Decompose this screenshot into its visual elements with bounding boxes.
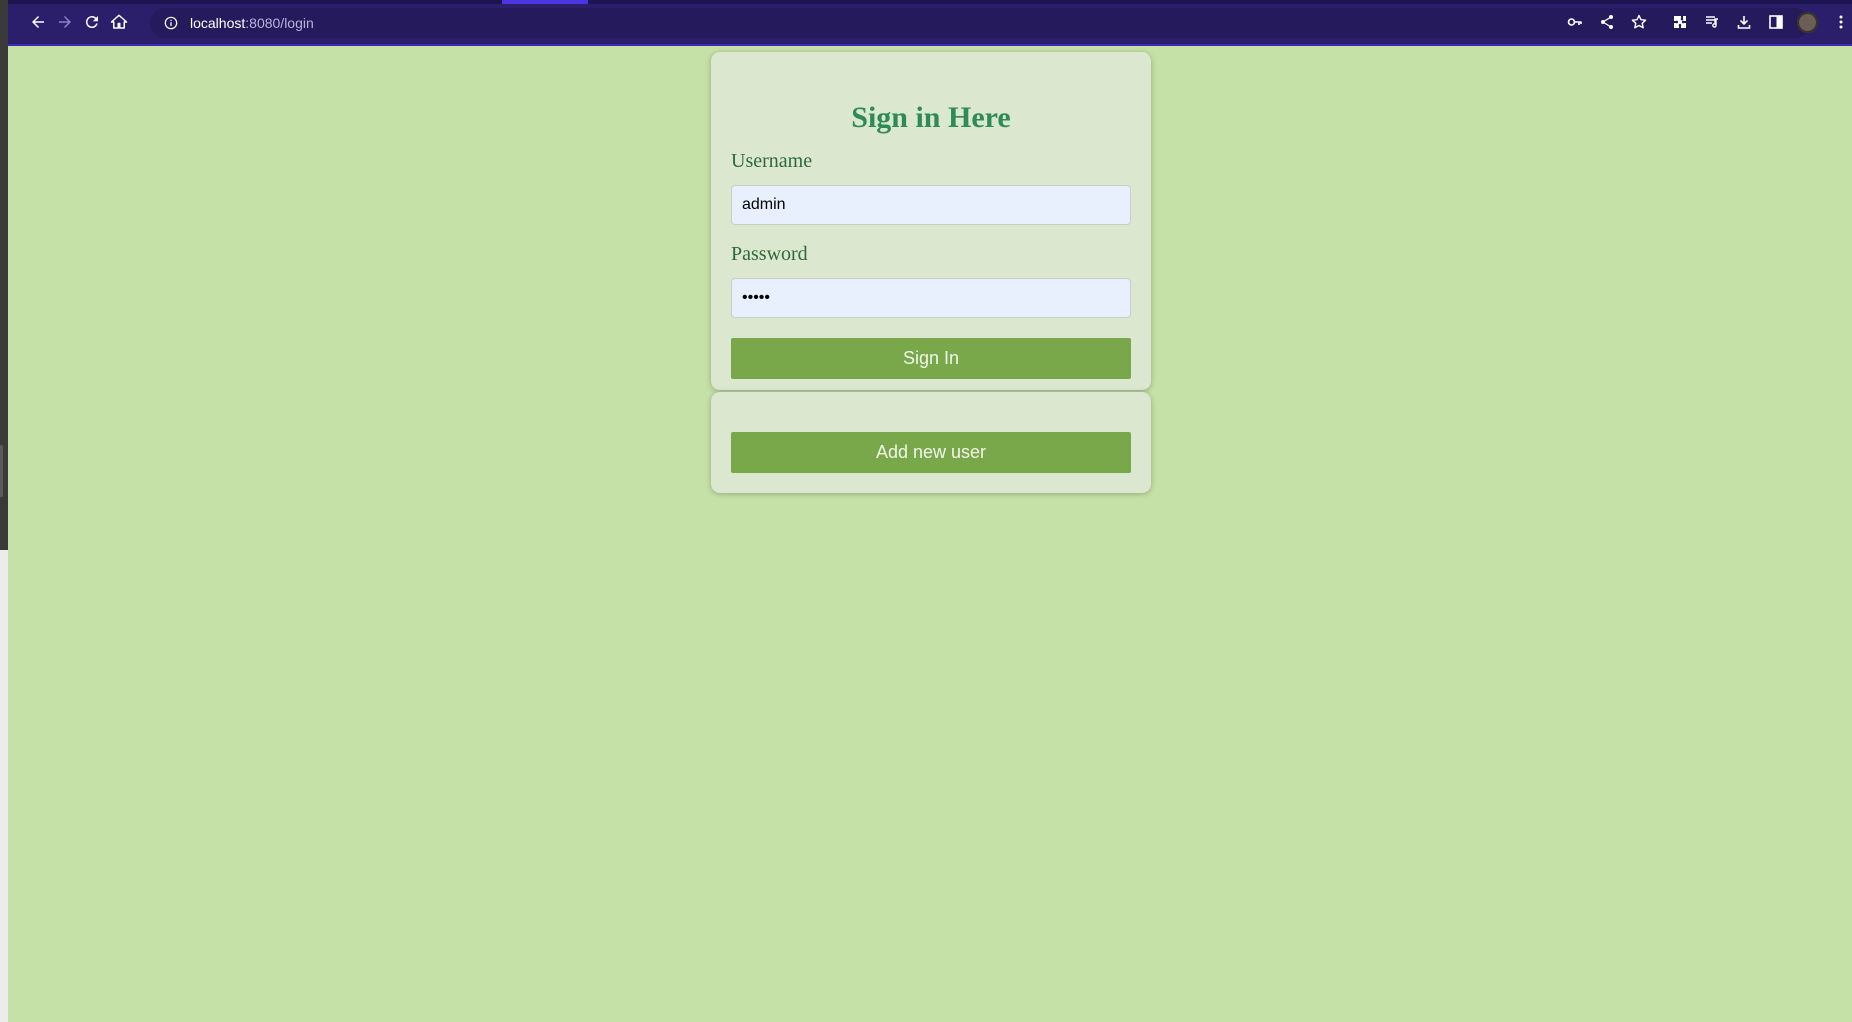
key-icon (1567, 18, 1582, 26)
avatar[interactable] (1797, 12, 1818, 33)
download-icon (1737, 16, 1751, 29)
active-tab-indicator[interactable] (502, 0, 588, 4)
extensions-icon (1674, 16, 1686, 28)
add-new-user-button[interactable]: Add new user (731, 432, 1131, 473)
login-card: Sign in Here Username Password Sign In (711, 52, 1151, 390)
home-icon (110, 14, 128, 29)
downloads-button[interactable] (1734, 12, 1754, 32)
dock-marker (0, 445, 3, 497)
url-text: localhost:8080/login (190, 14, 314, 32)
menu-button[interactable] (1831, 12, 1851, 32)
share-icon (1601, 15, 1613, 29)
address-bar[interactable]: localhost:8080/login (150, 8, 1810, 38)
password-key-button[interactable] (1565, 12, 1585, 32)
add-user-card: Add new user (711, 392, 1151, 493)
page-title: Sign in Here (851, 101, 1011, 134)
bookmark-button[interactable] (1629, 12, 1649, 32)
sign-in-button[interactable]: Sign In (731, 338, 1131, 379)
extensions-button[interactable] (1670, 12, 1690, 32)
info-icon[interactable] (164, 16, 178, 30)
back-button[interactable] (26, 10, 50, 34)
reload-icon (85, 16, 98, 29)
password-label: Password (731, 243, 808, 265)
forward-icon (59, 16, 71, 28)
back-icon (32, 16, 44, 28)
sidepanel-icon (1769, 15, 1783, 29)
reload-button[interactable] (80, 10, 104, 34)
url-host: localhost (190, 15, 246, 31)
forward-button[interactable] (53, 10, 77, 34)
password-field[interactable] (731, 278, 1131, 318)
browser-toolbar: localhost:8080/login (8, 0, 1852, 46)
menu-icon (1839, 15, 1843, 29)
username-field[interactable] (731, 185, 1131, 225)
url-path: :8080/login (245, 15, 314, 31)
star-icon (1631, 14, 1647, 29)
tab-strip (8, 0, 1852, 4)
media-button[interactable] (1702, 12, 1722, 32)
username-label: Username (731, 150, 813, 172)
share-button[interactable] (1597, 12, 1617, 32)
home-button[interactable] (107, 10, 131, 34)
desktop-window-edge (0, 550, 8, 1022)
page-content: Sign in Here Username Password Sign In A… (8, 46, 1852, 1022)
side-panel-button[interactable] (1766, 12, 1786, 32)
media-icon (1706, 16, 1718, 28)
desktop-edge (0, 0, 8, 1022)
